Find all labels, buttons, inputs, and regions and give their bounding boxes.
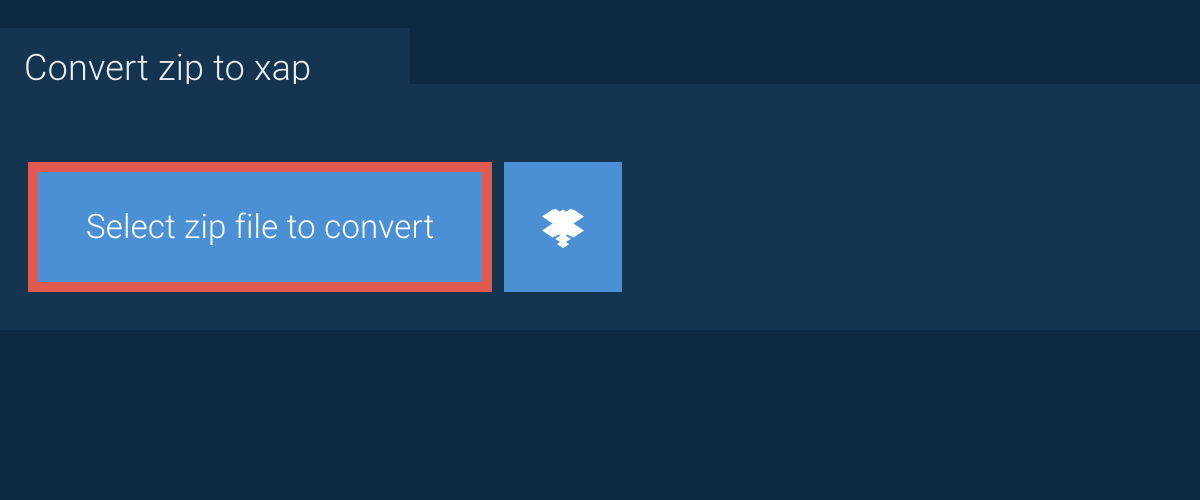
- conversion-tab-label: Convert zip to xap: [24, 47, 311, 89]
- dropbox-icon: [542, 206, 584, 248]
- dropbox-button[interactable]: [504, 162, 622, 292]
- select-file-button-label: Select zip file to convert: [86, 208, 434, 247]
- select-file-button[interactable]: Select zip file to convert: [28, 162, 492, 292]
- file-select-row: Select zip file to convert: [28, 162, 622, 292]
